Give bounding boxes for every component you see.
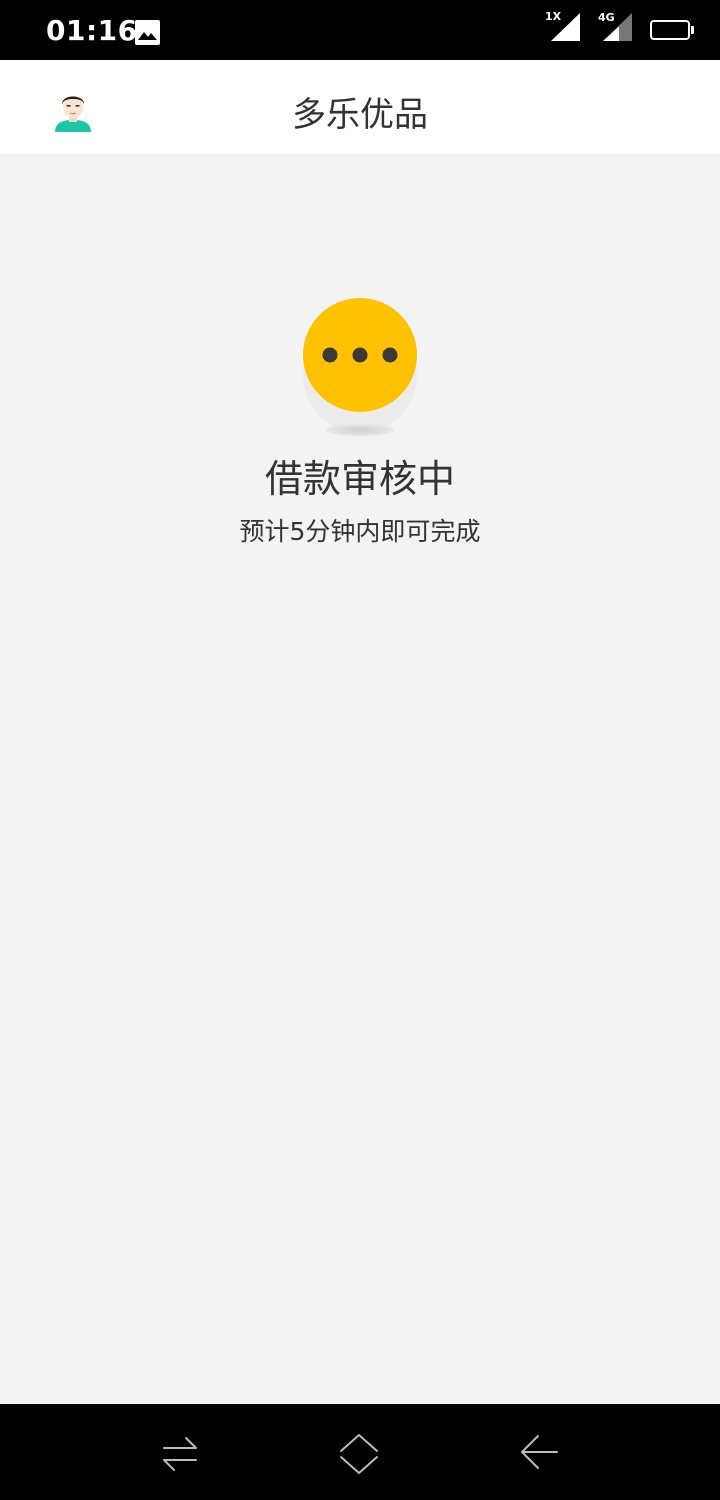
battery-tip	[691, 26, 694, 34]
page-title: 多乐优品	[292, 95, 428, 135]
status-bar: 01:16 1X 4G 56	[0, 0, 720, 60]
home-icon[interactable]	[337, 1432, 381, 1476]
battery-level: 56	[661, 23, 679, 37]
app-header: 多乐优品	[0, 60, 720, 154]
status-subtitle: 预计5分钟内即可完成	[239, 517, 481, 546]
status-time: 01:16	[46, 14, 138, 47]
pending-dots-icon	[303, 298, 417, 436]
recent-apps-icon[interactable]	[158, 1432, 202, 1476]
signal-icon	[603, 13, 632, 41]
navigation-bar	[0, 1404, 720, 1500]
image-notification-icon	[135, 20, 160, 45]
back-icon[interactable]	[517, 1432, 561, 1476]
signal-icon	[551, 13, 580, 41]
status-title: 借款审核中	[264, 457, 455, 501]
